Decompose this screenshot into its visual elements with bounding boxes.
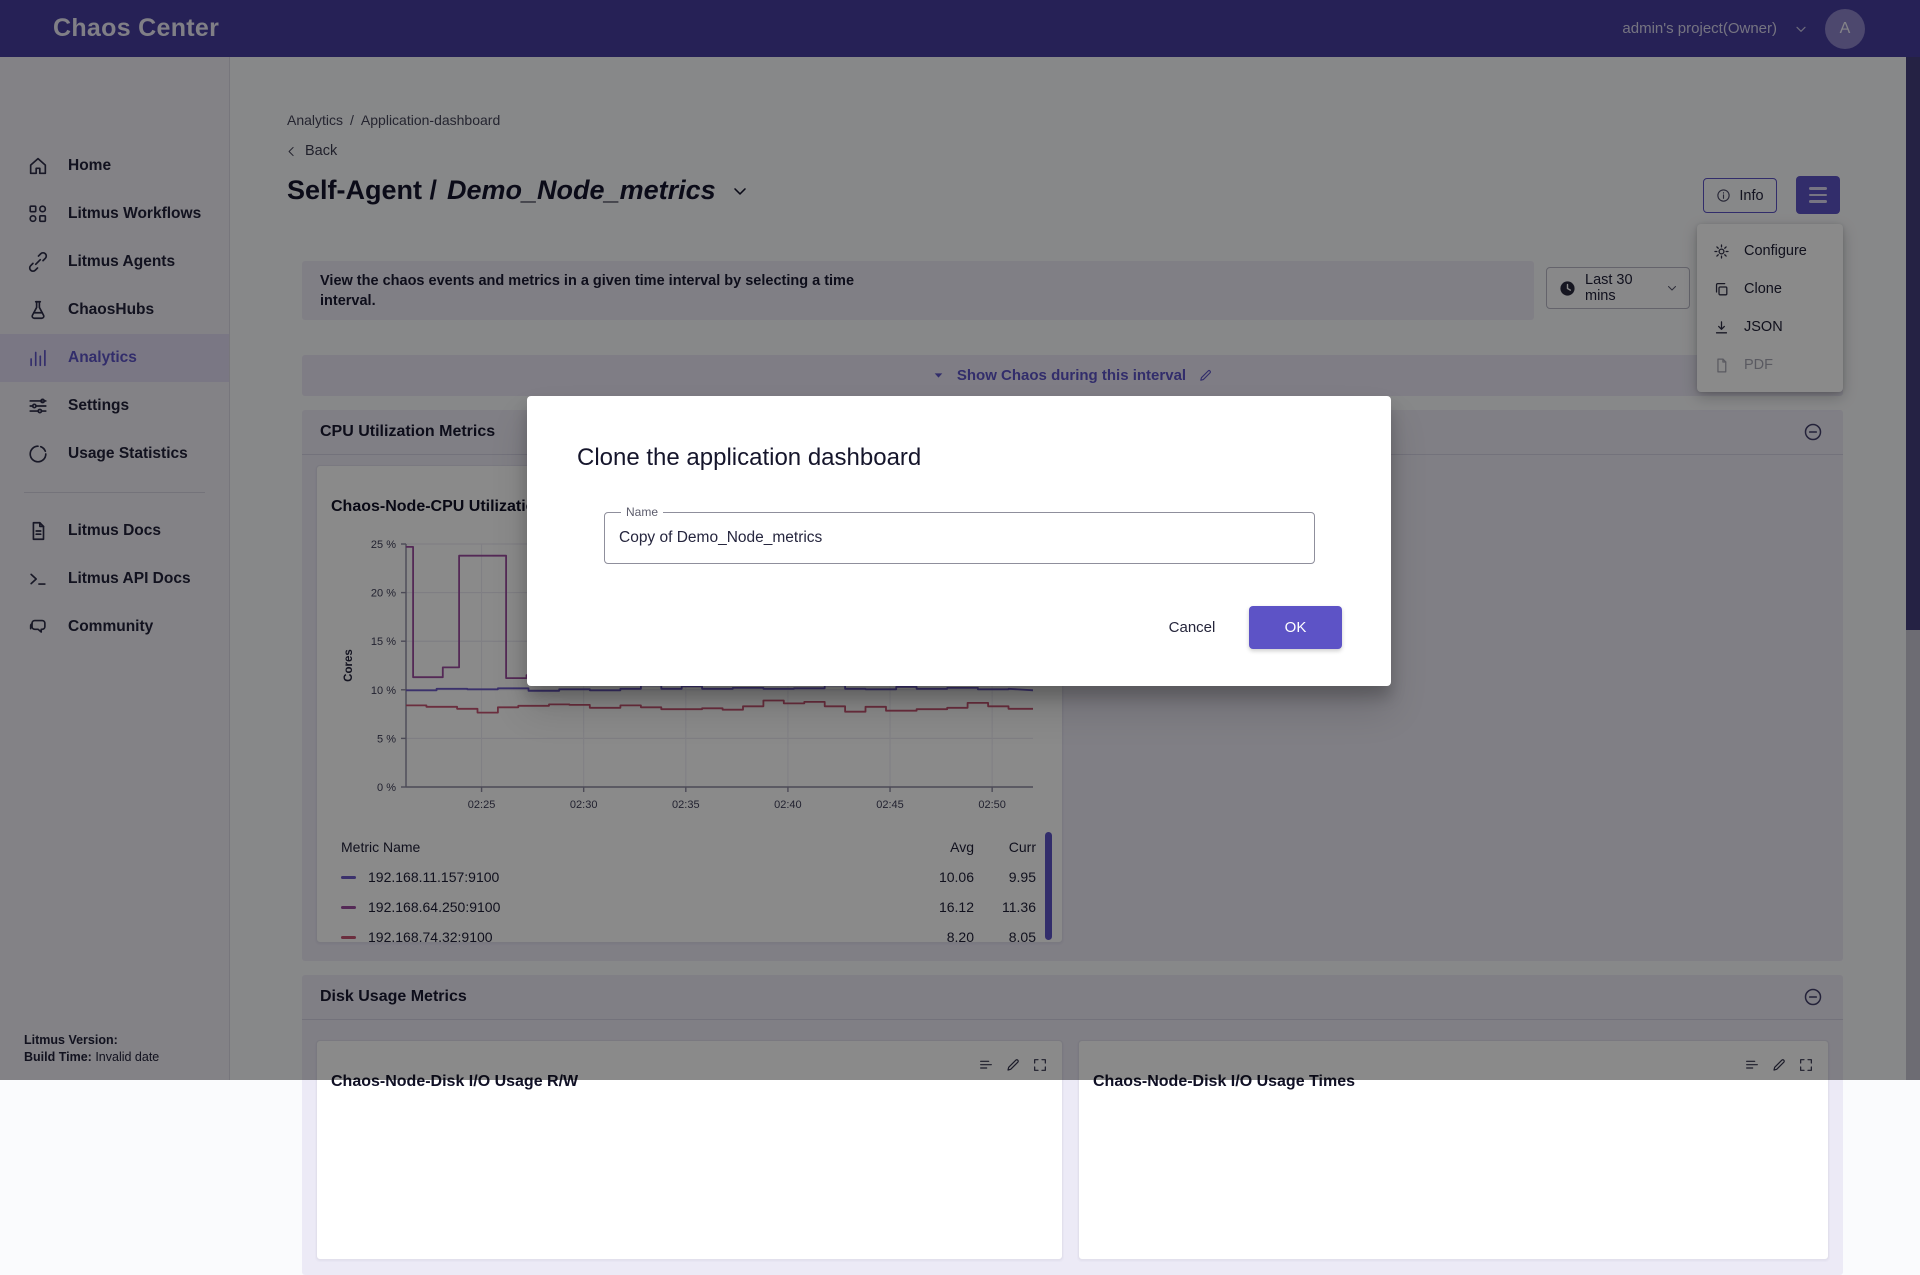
clone-dashboard-dialog: Clone the application dashboard Name Cop…: [527, 396, 1391, 686]
dialog-title: Clone the application dashboard: [577, 444, 921, 472]
cancel-button[interactable]: Cancel: [1163, 608, 1221, 646]
name-field-value[interactable]: Copy of Demo_Node_metrics: [619, 513, 822, 563]
name-field[interactable]: Name Copy of Demo_Node_metrics: [604, 512, 1315, 564]
ok-button[interactable]: OK: [1249, 606, 1342, 649]
